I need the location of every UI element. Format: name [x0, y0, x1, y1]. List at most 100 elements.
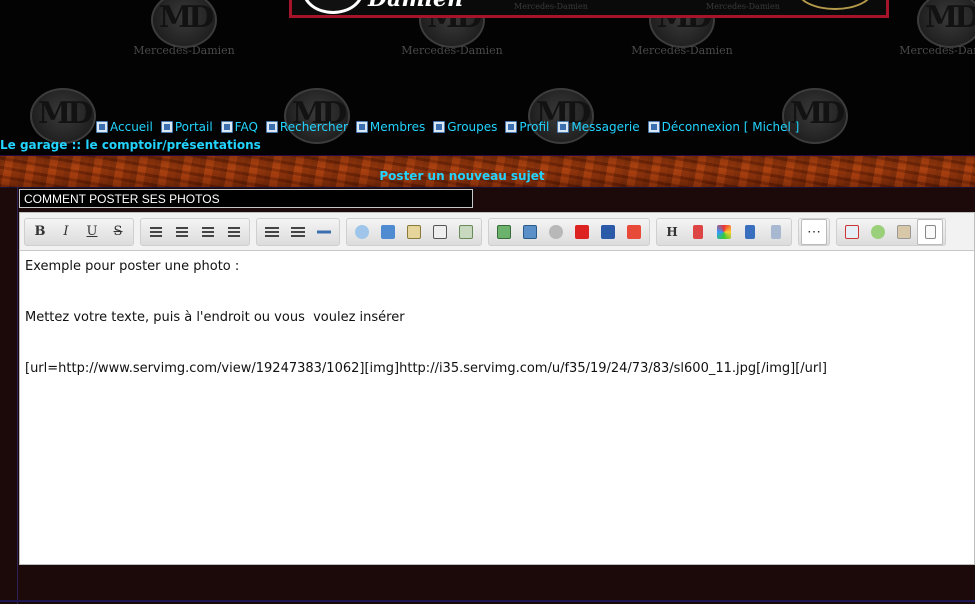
nav-item-deconnexion[interactable]: Déconnexion [ Michel ] [647, 120, 799, 134]
align-left-icon [150, 226, 162, 237]
nav-item-rechercher[interactable]: Rechercher [265, 120, 348, 134]
flash-button[interactable] [621, 219, 647, 245]
message-editor[interactable]: Exemple pour poster une photo : Mettez v… [19, 251, 975, 565]
footer-divider [0, 600, 975, 602]
strike-button[interactable]: S [105, 219, 131, 245]
link-icon [549, 224, 563, 239]
banner-title: Damien [368, 0, 463, 12]
dailymotion-button[interactable] [595, 219, 621, 245]
heading-button[interactable]: H [659, 219, 685, 245]
page-title: Poster un nouveau sujet [379, 169, 545, 183]
align-center-button[interactable] [169, 219, 195, 245]
italic-button[interactable]: I [53, 219, 79, 245]
underline-button[interactable]: U [79, 219, 105, 245]
image-icon [497, 224, 511, 239]
profile-icon [505, 121, 518, 133]
image-button[interactable] [491, 219, 517, 245]
nav-item-messagerie[interactable]: Messagerie [557, 120, 640, 134]
horizontal-rule-button[interactable] [311, 219, 337, 245]
document-icon [924, 224, 936, 239]
ellipsis-icon: ⋯ [807, 223, 821, 240]
remove-format-icon [771, 224, 781, 239]
banner-emblem-icon [797, 0, 873, 10]
hide-icon [433, 224, 447, 239]
youtube-button[interactable] [569, 219, 595, 245]
time-button[interactable] [865, 219, 891, 245]
toolbar-group-align [140, 217, 250, 246]
horizontal-rule-icon [317, 224, 331, 239]
numbered-list-button[interactable] [285, 219, 311, 245]
align-right-button[interactable] [195, 219, 221, 245]
nav-item-faq[interactable]: FAQ [220, 120, 258, 134]
nav-item-groupes[interactable]: Groupes [433, 120, 497, 134]
watermark-logo: MD Mercedes-Damien [899, 0, 975, 62]
spoiler-button[interactable] [401, 219, 427, 245]
bullet-list-button[interactable] [259, 219, 285, 245]
form-title-bar: Poster un nouveau sujet [0, 155, 975, 187]
font-size-button[interactable] [685, 219, 711, 245]
nav-item-membres[interactable]: Membres [355, 120, 425, 134]
panel-divider [17, 187, 18, 604]
quote-icon [355, 224, 369, 239]
site-banner[interactable]: Damien Mercedes-Damien Mercedes-Damien [289, 0, 889, 18]
quote-button[interactable] [349, 219, 375, 245]
dailymotion-icon [601, 224, 615, 239]
nav-item-accueil[interactable]: Accueil [96, 120, 153, 134]
date-button[interactable] [839, 219, 865, 245]
banner-logo-icon [302, 0, 364, 14]
align-right-icon [202, 226, 214, 237]
table-icon [459, 224, 473, 239]
table-button[interactable] [453, 219, 479, 245]
editor-line: [url=http://www.servimg.com/view/1924738… [25, 361, 827, 376]
font-family-icon [745, 224, 755, 239]
subject-input[interactable] [19, 189, 473, 208]
search-icon [265, 121, 278, 133]
flash-icon [627, 224, 641, 239]
paste-icon [897, 224, 911, 239]
breadcrumb-link-garage[interactable]: Le garage [0, 138, 67, 152]
logout-icon [647, 121, 660, 133]
color-palette-icon [717, 224, 731, 239]
font-family-button[interactable] [737, 219, 763, 245]
spoiler-icon [407, 224, 421, 239]
host-image-button[interactable] [517, 219, 543, 245]
hide-button[interactable] [427, 219, 453, 245]
numbered-list-icon [291, 226, 305, 237]
color-button[interactable] [711, 219, 737, 245]
nav-item-portail[interactable]: Portail [160, 120, 213, 134]
toolbar-group-blocks [346, 217, 482, 246]
breadcrumb-separator: :: [71, 138, 82, 152]
home-icon [96, 121, 108, 133]
mail-icon [557, 121, 570, 133]
toolbar-group-font: H [656, 217, 792, 246]
link-button[interactable] [543, 219, 569, 245]
source-mode-button[interactable] [917, 218, 943, 245]
more-options-button[interactable]: ⋯ [801, 218, 827, 245]
host-image-icon [523, 224, 537, 239]
portal-icon [160, 121, 173, 133]
align-center-icon [176, 226, 188, 237]
calendar-icon [845, 224, 859, 239]
code-button[interactable] [375, 219, 401, 245]
groups-icon [433, 121, 446, 133]
nav-item-profil[interactable]: Profil [505, 120, 549, 134]
youtube-icon [575, 224, 589, 239]
paste-button[interactable] [891, 219, 917, 245]
editor-line: Exemple pour poster une photo : [25, 259, 240, 274]
justify-button[interactable] [221, 219, 247, 245]
faq-icon [220, 121, 233, 133]
toolbar-group-media [488, 217, 650, 246]
editor-line: Mettez votre texte, puis à l'endroit ou … [25, 310, 405, 325]
main-nav: Accueil Portail FAQ Rechercher Membres G… [96, 119, 807, 135]
align-left-button[interactable] [143, 219, 169, 245]
watermark-logo: MD Mercedes-Damien [133, 0, 235, 62]
remove-format-button[interactable] [763, 219, 789, 245]
breadcrumb-link-comptoir[interactable]: le comptoir/présentations [85, 138, 260, 152]
bold-button[interactable]: B [27, 219, 53, 245]
bullet-list-icon [265, 226, 279, 237]
toolbar-group-text-style: B I U S [24, 217, 134, 246]
justify-icon [228, 226, 240, 237]
toolbar-group-lists [256, 217, 340, 246]
toolbar-group-misc [836, 217, 946, 246]
editor-toolbar: B I U S H ⋯ [19, 212, 975, 251]
